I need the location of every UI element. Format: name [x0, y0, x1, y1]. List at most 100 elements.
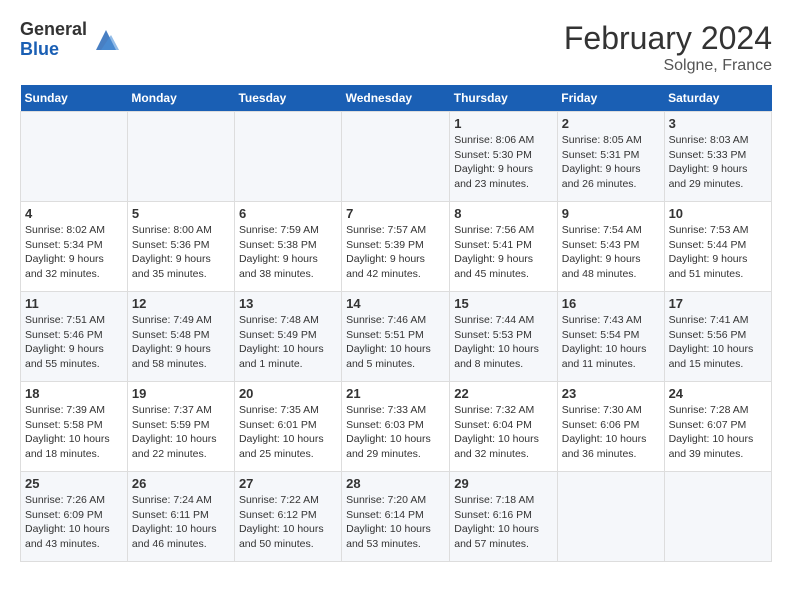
day-info: Sunrise: 7:39 AM Sunset: 5:58 PM Dayligh… [25, 403, 123, 462]
day-number: 11 [25, 296, 123, 311]
day-info: Sunrise: 7:44 AM Sunset: 5:53 PM Dayligh… [454, 313, 552, 372]
calendar-cell: 14 Sunrise: 7:46 AM Sunset: 5:51 PM Dayli… [342, 292, 450, 382]
day-number: 23 [562, 386, 660, 401]
calendar-cell: 4Sunrise: 8:02 AM Sunset: 5:34 PM Daylig… [21, 202, 128, 292]
calendar-cell [21, 112, 128, 202]
page-header: General Blue February 2024 Solgne, Franc… [20, 20, 772, 75]
day-info: Sunrise: 7:30 AM Sunset: 6:06 PM Dayligh… [562, 403, 660, 462]
day-number: 12 [132, 296, 230, 311]
calendar-cell: 11 Sunrise: 7:51 AM Sunset: 5:46 PM Dayli… [21, 292, 128, 382]
month-title: February 2024 [564, 20, 772, 57]
day-info: Sunrise: 7:37 AM Sunset: 5:59 PM Dayligh… [132, 403, 230, 462]
day-info: Sunrise: 7:35 AM Sunset: 6:01 PM Dayligh… [239, 403, 337, 462]
day-number: 14 [346, 296, 445, 311]
day-number: 8 [454, 206, 552, 221]
calendar-cell: 23 Sunrise: 7:30 AM Sunset: 6:06 PM Dayli… [557, 382, 664, 472]
day-info: Sunrise: 7:22 AM Sunset: 6:12 PM Dayligh… [239, 493, 337, 552]
day-number: 4 [25, 206, 123, 221]
calendar-cell: 13Sunrise: 7:48 AM Sunset: 5:49 PM Dayli… [234, 292, 341, 382]
calendar-cell: 6Sunrise: 7:59 AM Sunset: 5:38 PM Daylig… [234, 202, 341, 292]
day-number: 24 [669, 386, 767, 401]
logo-icon [91, 25, 121, 55]
calendar-week-row: 1 Sunrise: 8:06 AM Sunset: 5:30 PM Daylig… [21, 112, 772, 202]
day-info: Sunrise: 7:57 AM Sunset: 5:39 PM Dayligh… [346, 223, 445, 282]
day-number: 20 [239, 386, 337, 401]
day-info: Sunrise: 7:43 AM Sunset: 5:54 PM Dayligh… [562, 313, 660, 372]
calendar-cell: 7 Sunrise: 7:57 AM Sunset: 5:39 PM Daylig… [342, 202, 450, 292]
weekday-header-friday: Friday [557, 85, 664, 112]
calendar-cell [664, 472, 771, 562]
calendar-week-row: 25 Sunrise: 7:26 AM Sunset: 6:09 PM Dayli… [21, 472, 772, 562]
weekday-header-sunday: Sunday [21, 85, 128, 112]
calendar-cell: 1 Sunrise: 8:06 AM Sunset: 5:30 PM Daylig… [450, 112, 557, 202]
day-number: 22 [454, 386, 552, 401]
day-info: Sunrise: 7:59 AM Sunset: 5:38 PM Dayligh… [239, 223, 337, 282]
day-number: 28 [346, 476, 445, 491]
logo-general: General [20, 20, 87, 40]
weekday-header-wednesday: Wednesday [342, 85, 450, 112]
calendar-cell: 28 Sunrise: 7:20 AM Sunset: 6:14 PM Dayli… [342, 472, 450, 562]
day-number: 25 [25, 476, 123, 491]
day-info: Sunrise: 7:33 AM Sunset: 6:03 PM Dayligh… [346, 403, 445, 462]
day-info: Sunrise: 7:26 AM Sunset: 6:09 PM Dayligh… [25, 493, 123, 552]
day-number: 1 [454, 116, 552, 131]
day-info: Sunrise: 7:46 AM Sunset: 5:51 PM Dayligh… [346, 313, 445, 372]
calendar-table: SundayMondayTuesdayWednesdayThursdayFrid… [20, 85, 772, 562]
day-info: Sunrise: 7:28 AM Sunset: 6:07 PM Dayligh… [669, 403, 767, 462]
day-number: 3 [669, 116, 767, 131]
day-info: Sunrise: 8:06 AM Sunset: 5:30 PM Dayligh… [454, 133, 552, 192]
calendar-cell: 22 Sunrise: 7:32 AM Sunset: 6:04 PM Dayli… [450, 382, 557, 472]
day-number: 9 [562, 206, 660, 221]
title-section: February 2024 Solgne, France [564, 20, 772, 75]
calendar-cell: 26 Sunrise: 7:24 AM Sunset: 6:11 PM Dayli… [127, 472, 234, 562]
day-info: Sunrise: 7:54 AM Sunset: 5:43 PM Dayligh… [562, 223, 660, 282]
day-number: 7 [346, 206, 445, 221]
day-info: Sunrise: 7:53 AM Sunset: 5:44 PM Dayligh… [669, 223, 767, 282]
calendar-cell: 8Sunrise: 7:56 AM Sunset: 5:41 PM Daylig… [450, 202, 557, 292]
calendar-cell: 2 Sunrise: 8:05 AM Sunset: 5:31 PM Daylig… [557, 112, 664, 202]
calendar-cell [557, 472, 664, 562]
day-number: 15 [454, 296, 552, 311]
calendar-cell: 29 Sunrise: 7:18 AM Sunset: 6:16 PM Dayli… [450, 472, 557, 562]
day-number: 18 [25, 386, 123, 401]
day-number: 5 [132, 206, 230, 221]
calendar-cell: 12Sunrise: 7:49 AM Sunset: 5:48 PM Dayli… [127, 292, 234, 382]
day-number: 29 [454, 476, 552, 491]
calendar-cell: 20 Sunrise: 7:35 AM Sunset: 6:01 PM Dayli… [234, 382, 341, 472]
logo-blue: Blue [20, 40, 87, 60]
day-info: Sunrise: 7:41 AM Sunset: 5:56 PM Dayligh… [669, 313, 767, 372]
day-number: 26 [132, 476, 230, 491]
calendar-cell: 17 Sunrise: 7:41 AM Sunset: 5:56 PM Dayli… [664, 292, 771, 382]
location: Solgne, France [564, 57, 772, 75]
day-info: Sunrise: 7:51 AM Sunset: 5:46 PM Dayligh… [25, 313, 123, 372]
day-number: 10 [669, 206, 767, 221]
calendar-week-row: 18 Sunrise: 7:39 AM Sunset: 5:58 PM Dayli… [21, 382, 772, 472]
day-info: Sunrise: 7:18 AM Sunset: 6:16 PM Dayligh… [454, 493, 552, 552]
day-number: 19 [132, 386, 230, 401]
calendar-cell: 18 Sunrise: 7:39 AM Sunset: 5:58 PM Dayli… [21, 382, 128, 472]
day-number: 27 [239, 476, 337, 491]
calendar-week-row: 11 Sunrise: 7:51 AM Sunset: 5:46 PM Dayli… [21, 292, 772, 382]
calendar-cell [342, 112, 450, 202]
calendar-cell: 10 Sunrise: 7:53 AM Sunset: 5:44 PM Dayli… [664, 202, 771, 292]
calendar-week-row: 4Sunrise: 8:02 AM Sunset: 5:34 PM Daylig… [21, 202, 772, 292]
calendar-cell: 19 Sunrise: 7:37 AM Sunset: 5:59 PM Dayli… [127, 382, 234, 472]
day-info: Sunrise: 8:05 AM Sunset: 5:31 PM Dayligh… [562, 133, 660, 192]
day-info: Sunrise: 7:20 AM Sunset: 6:14 PM Dayligh… [346, 493, 445, 552]
day-number: 17 [669, 296, 767, 311]
day-info: Sunrise: 7:32 AM Sunset: 6:04 PM Dayligh… [454, 403, 552, 462]
day-number: 16 [562, 296, 660, 311]
calendar-cell: 21Sunrise: 7:33 AM Sunset: 6:03 PM Dayli… [342, 382, 450, 472]
logo: General Blue [20, 20, 121, 60]
weekday-header-monday: Monday [127, 85, 234, 112]
calendar-cell: 15 Sunrise: 7:44 AM Sunset: 5:53 PM Dayli… [450, 292, 557, 382]
day-number: 2 [562, 116, 660, 131]
weekday-header-thursday: Thursday [450, 85, 557, 112]
calendar-cell: 25 Sunrise: 7:26 AM Sunset: 6:09 PM Dayli… [21, 472, 128, 562]
day-info: Sunrise: 8:03 AM Sunset: 5:33 PM Dayligh… [669, 133, 767, 192]
day-info: Sunrise: 7:24 AM Sunset: 6:11 PM Dayligh… [132, 493, 230, 552]
calendar-cell: 5Sunrise: 8:00 AM Sunset: 5:36 PM Daylig… [127, 202, 234, 292]
calendar-cell: 9 Sunrise: 7:54 AM Sunset: 5:43 PM Daylig… [557, 202, 664, 292]
weekday-header-tuesday: Tuesday [234, 85, 341, 112]
calendar-cell: 16 Sunrise: 7:43 AM Sunset: 5:54 PM Dayli… [557, 292, 664, 382]
